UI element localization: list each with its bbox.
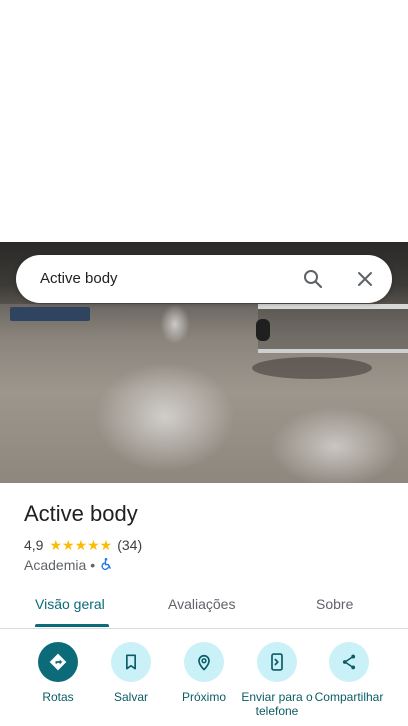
rating-row[interactable]: 4,9 ★★★★★ (34)	[24, 536, 142, 554]
photo-shadow	[252, 357, 372, 379]
photo-bench	[10, 307, 90, 321]
tab-overview[interactable]: Visão geral	[35, 596, 105, 612]
tab-bar: Visão geral Avaliações Sobre	[0, 584, 408, 629]
wheelchair-accessible-icon	[99, 557, 113, 574]
bookmark-icon[interactable]	[111, 642, 151, 682]
directions-button[interactable]: Rotas	[22, 640, 94, 704]
save-label: Salvar	[113, 690, 148, 704]
nearby-icon[interactable]	[184, 642, 224, 682]
active-tab-indicator	[35, 624, 109, 627]
share-label: Compartilhar	[314, 690, 384, 704]
search-query[interactable]: Active body	[40, 270, 118, 287]
nearby-button[interactable]: Próximo	[168, 640, 240, 704]
share-button[interactable]: Compartilhar	[313, 640, 385, 704]
share-icon[interactable]	[329, 642, 369, 682]
place-category: Academia	[24, 557, 87, 573]
send-to-phone-icon[interactable]	[257, 642, 297, 682]
separator: •	[90, 557, 96, 573]
save-button[interactable]: Salvar	[95, 640, 167, 704]
action-row: Rotas Salvar Próximo Enviar para o telef…	[0, 640, 408, 726]
photo-reflection	[95, 362, 235, 472]
tab-reviews[interactable]: Avaliações	[168, 596, 235, 612]
place-title: Active body	[24, 501, 138, 526]
close-icon[interactable]	[353, 267, 377, 291]
review-count[interactable]: (34)	[117, 537, 142, 553]
category-row: Academia •	[24, 556, 113, 574]
photo-reflection	[160, 304, 190, 344]
search-icon[interactable]	[301, 267, 325, 291]
rating-stars-icon: ★★★★★	[49, 536, 113, 553]
tab-about[interactable]: Sobre	[316, 596, 353, 612]
send-to-phone-button[interactable]: Enviar para o telefone	[241, 640, 313, 718]
directions-icon[interactable]	[38, 642, 78, 682]
photo-reflection	[270, 407, 400, 483]
search-bar[interactable]: Active body	[16, 255, 392, 303]
rating-value: 4,9	[24, 537, 44, 553]
directions-label: Rotas	[42, 690, 74, 704]
photo-wheel	[256, 319, 270, 341]
photo-machine	[258, 304, 408, 353]
nearby-label: Próximo	[181, 690, 226, 704]
send-to-phone-label: Enviar para o telefone	[241, 690, 313, 718]
